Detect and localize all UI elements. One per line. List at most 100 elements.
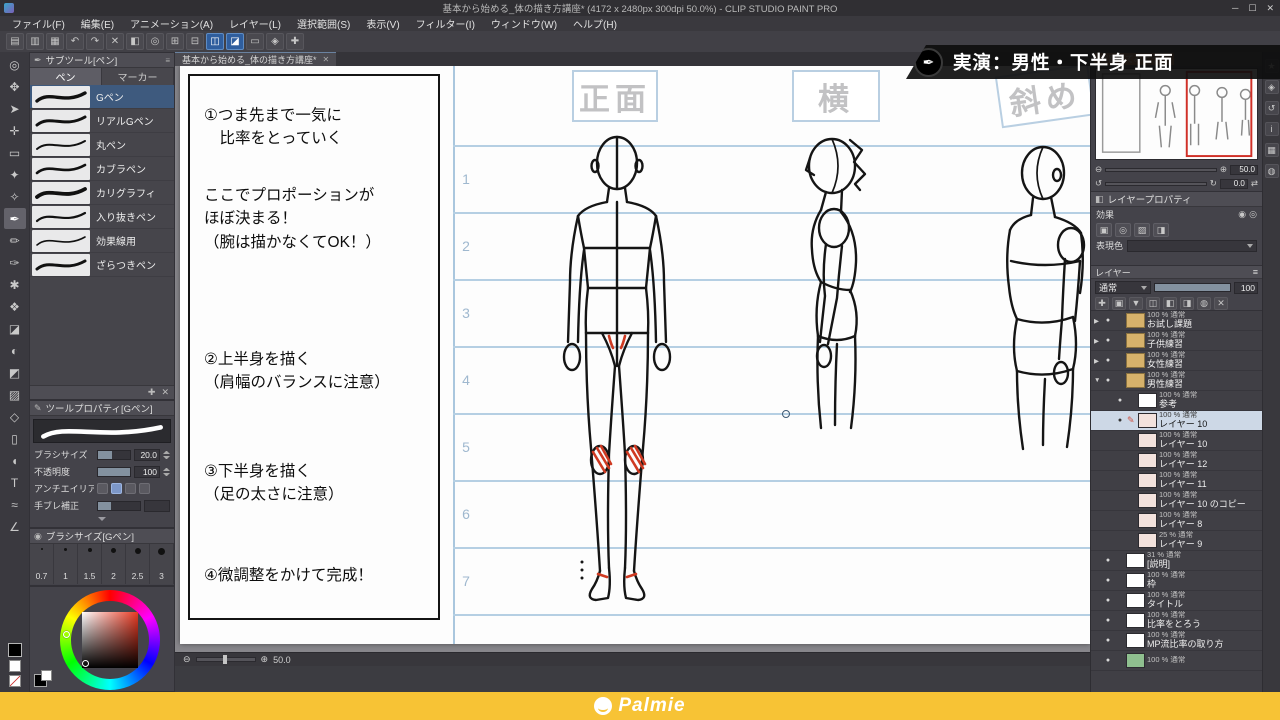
- auto-select-tool-icon[interactable]: ✦: [4, 164, 26, 185]
- nav-zoom-out-icon[interactable]: ⊖: [1095, 164, 1102, 175]
- menu-item[interactable]: 表示(V): [358, 16, 407, 31]
- blend-tool-icon[interactable]: ◐: [4, 340, 26, 361]
- information-icon[interactable]: i: [1265, 122, 1279, 136]
- antialias-middle-option[interactable]: [125, 483, 136, 494]
- brush-size-preset[interactable]: 2: [102, 544, 126, 584]
- save-icon[interactable]: ▦: [46, 33, 64, 50]
- visibility-eye-icon[interactable]: ●: [1103, 637, 1113, 644]
- open-file-icon[interactable]: ▥: [26, 33, 44, 50]
- delete-subtool-icon[interactable]: ✕: [161, 387, 169, 398]
- layer-move-tool-icon[interactable]: ✛: [4, 120, 26, 141]
- expression-color-dropdown[interactable]: [1127, 240, 1257, 252]
- layer-thumbnail[interactable]: [1126, 593, 1145, 608]
- visibility-eye-icon[interactable]: ●: [1103, 577, 1113, 584]
- pen-tool-icon[interactable]: ✒: [4, 208, 26, 229]
- layer-opacity-slider[interactable]: [1154, 283, 1231, 292]
- select-area-icon[interactable]: ▭: [246, 33, 264, 50]
- border-effect-icon[interactable]: ▣: [1096, 223, 1112, 237]
- guide-icon[interactable]: ⊟: [186, 33, 204, 50]
- subtool-brush-row[interactable]: 丸ペン: [30, 133, 174, 157]
- operate-tool-icon[interactable]: ➤: [4, 98, 26, 119]
- nav-rotate-left-icon[interactable]: ↺: [1095, 178, 1102, 189]
- subtool-brush-row[interactable]: 効果線用: [30, 229, 174, 253]
- sub-view-icon[interactable]: ◍: [1265, 164, 1279, 178]
- subtool-tab[interactable]: マーカー: [102, 68, 174, 85]
- stabilization-slider[interactable]: [97, 501, 141, 511]
- layer-row[interactable]: 100 % 通常 レイヤー 8: [1091, 511, 1262, 531]
- menu-item[interactable]: アニメーション(A): [122, 16, 221, 31]
- brush-size-preset[interactable]: 2.5: [126, 544, 150, 584]
- line-correct-tool-icon[interactable]: ≈: [4, 494, 26, 515]
- layer-tab-label[interactable]: レイヤー: [1095, 266, 1131, 279]
- tab-close-icon[interactable]: ✕: [323, 55, 330, 64]
- layer-thumbnail[interactable]: [1126, 613, 1145, 628]
- maximize-button[interactable]: ☐: [1248, 3, 1256, 14]
- layer-row[interactable]: ▶ ● 100 % 通常 女性練習: [1091, 351, 1262, 371]
- brush-size-preset[interactable]: 3: [150, 544, 174, 584]
- layer-color-icon[interactable]: ▨: [1134, 223, 1150, 237]
- ruler-tool-icon[interactable]: ∠: [4, 516, 26, 537]
- redo-icon[interactable]: ↷: [86, 33, 104, 50]
- transparent-color-swatch[interactable]: [9, 675, 21, 687]
- canvas-page[interactable]: ①つま先まで一気に 比率をとっていく ここでプロポーションが ほぼ決まる！ （腕…: [180, 66, 1090, 644]
- visibility-eye-icon[interactable]: ●: [1103, 337, 1113, 344]
- history-icon[interactable]: ↺: [1265, 101, 1279, 115]
- frame-tool-icon[interactable]: ▯: [4, 428, 26, 449]
- tool-property-expander[interactable]: [30, 514, 174, 523]
- brush-size-preset[interactable]: 1.5: [78, 544, 102, 584]
- menu-item[interactable]: ウィンドウ(W): [483, 16, 565, 31]
- tone-effect-icon[interactable]: ◎: [1115, 223, 1131, 237]
- layer-row[interactable]: ▼ ● 100 % 通常 男性練習: [1091, 371, 1262, 391]
- layer-row[interactable]: ● 100 % 通常 比率をとろう: [1091, 611, 1262, 631]
- nav-zoom-value[interactable]: 50.0: [1230, 165, 1258, 175]
- antialias-strong-option[interactable]: [139, 483, 150, 494]
- layer-row[interactable]: ● 100 % 通常: [1091, 651, 1262, 671]
- pencil-tool-icon[interactable]: ✏: [4, 230, 26, 251]
- subtool-tab[interactable]: ペン: [30, 68, 102, 85]
- visibility-eye-icon[interactable]: ●: [1103, 357, 1113, 364]
- layer-thumbnail[interactable]: [1138, 393, 1157, 408]
- saturation-value-square[interactable]: [82, 612, 138, 668]
- layer-row[interactable]: ● 100 % 通常 枠: [1091, 571, 1262, 591]
- layer-thumbnail[interactable]: [1126, 333, 1145, 348]
- layer-row[interactable]: ● 100 % 通常 参考: [1091, 391, 1262, 411]
- layer-row[interactable]: ● 31 % 通常 [説明]: [1091, 551, 1262, 571]
- subtool-brush-row[interactable]: 入り抜きペン: [30, 205, 174, 229]
- layer-thumbnail[interactable]: [1126, 553, 1145, 568]
- menu-item[interactable]: 編集(E): [73, 16, 122, 31]
- combine-below-icon[interactable]: ◫: [1146, 297, 1160, 310]
- stabilization-value[interactable]: [144, 500, 170, 512]
- visibility-eye-icon[interactable]: ●: [1103, 317, 1113, 324]
- snap-special-ruler-icon[interactable]: ◪: [226, 33, 244, 50]
- layer-row[interactable]: 100 % 通常 レイヤー 10 のコピー: [1091, 491, 1262, 511]
- layer-row[interactable]: ● 100 % 通常 タイトル: [1091, 591, 1262, 611]
- folder-expand-icon[interactable]: ▶: [1094, 357, 1101, 365]
- grid-icon[interactable]: ⊞: [166, 33, 184, 50]
- panel-menu-icon[interactable]: ≡: [165, 56, 170, 65]
- visibility-eye-icon[interactable]: ●: [1103, 597, 1113, 604]
- text-tool-icon[interactable]: T: [4, 472, 26, 493]
- brush-tool-icon[interactable]: ✑: [4, 252, 26, 273]
- layer-thumbnail[interactable]: [1126, 653, 1145, 668]
- select-tool-icon[interactable]: ▭: [4, 142, 26, 163]
- visibility-eye-icon[interactable]: ●: [1103, 557, 1113, 564]
- figure-tool-icon[interactable]: ◇: [4, 406, 26, 427]
- antialias-none-option[interactable]: [97, 483, 108, 494]
- layer-thumbnail[interactable]: [1126, 633, 1145, 648]
- layer-thumbnail[interactable]: [1126, 313, 1145, 328]
- delete-layer-icon[interactable]: ✕: [1214, 297, 1228, 310]
- status-zoom-out-icon[interactable]: ⊖: [183, 654, 191, 665]
- gradient-tool-icon[interactable]: ▨: [4, 384, 26, 405]
- zoom-tool-icon[interactable]: ◎: [4, 54, 26, 75]
- layer-thumbnail[interactable]: [1138, 533, 1157, 548]
- menu-item[interactable]: フィルター(I): [408, 16, 483, 31]
- subtool-brush-row[interactable]: リアルGペン: [30, 109, 174, 133]
- opacity-slider[interactable]: [97, 467, 131, 477]
- effect-toggle-off-icon[interactable]: ◎: [1249, 209, 1257, 220]
- menu-item[interactable]: ヘルプ(H): [565, 16, 625, 31]
- layer-thumbnail[interactable]: [1126, 573, 1145, 588]
- folder-expand-icon[interactable]: ▶: [1094, 317, 1101, 325]
- visibility-eye-icon[interactable]: ●: [1103, 617, 1113, 624]
- brush-size-preset[interactable]: 1: [54, 544, 78, 584]
- hue-indicator[interactable]: [63, 631, 70, 638]
